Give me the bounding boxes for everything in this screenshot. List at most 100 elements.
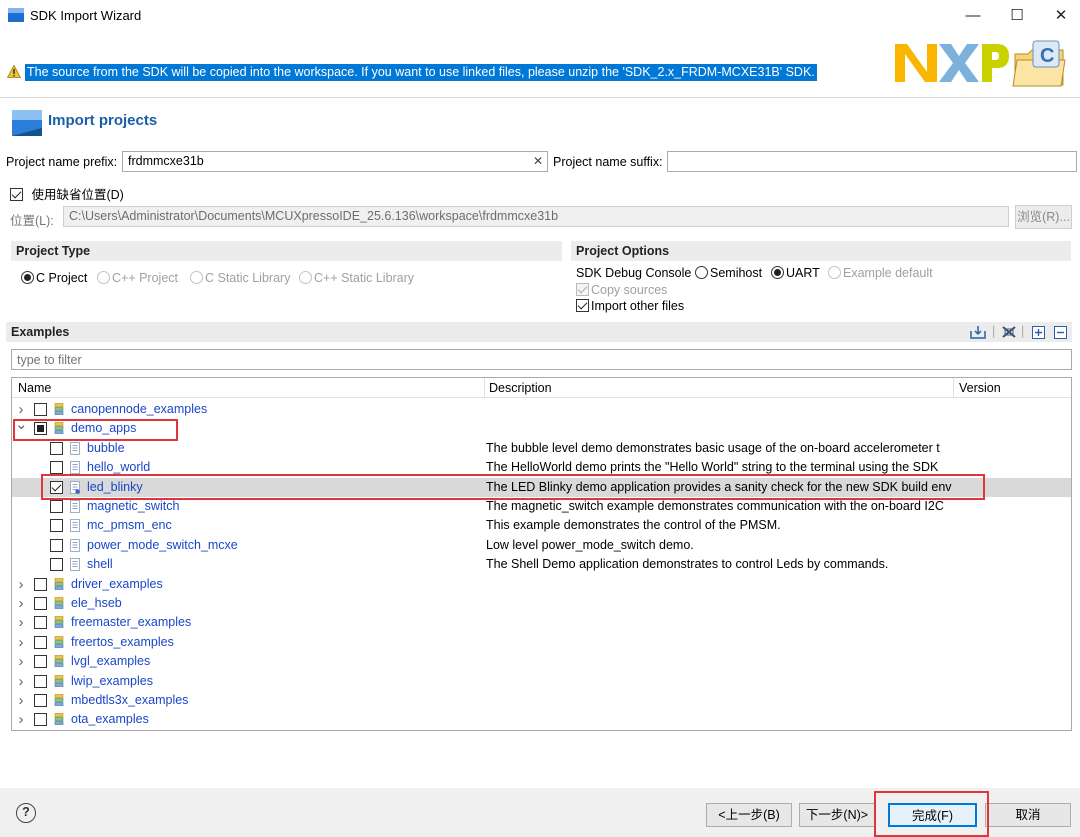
row-checkbox[interactable]: [34, 694, 47, 707]
example-file-icon: [70, 441, 80, 455]
row-checkbox[interactable]: [50, 461, 63, 475]
close-button[interactable]: ✕: [1050, 6, 1072, 26]
import-projects-icon: [12, 110, 42, 136]
row-checkbox[interactable]: [50, 500, 63, 513]
prefix-label: Project name prefix:: [6, 155, 118, 169]
expand-chevron-icon[interactable]: ›: [15, 575, 27, 594]
expand-chevron-icon[interactable]: ›: [15, 613, 27, 632]
default-location-label: 使用缺省位置(D): [31, 188, 124, 202]
copy-sources-option[interactable]: Copy sources: [576, 283, 667, 297]
expand-chevron-icon[interactable]: ›: [15, 652, 27, 671]
tree-row-freertos-examples[interactable]: › freertos_examples: [12, 633, 1071, 652]
row-checkbox[interactable]: [34, 655, 47, 669]
radio-semihost-button[interactable]: [695, 266, 708, 279]
tree-row-power-mode-switch-mcxe[interactable]: power_mode_switch_mcxe Low level power_mo…: [12, 536, 1071, 555]
column-divider[interactable]: [484, 378, 485, 398]
expand-chevron-icon[interactable]: ›: [15, 672, 27, 691]
row-checkbox[interactable]: [34, 403, 47, 416]
tree-row-shell[interactable]: shell The Shell Demo application demonstr…: [12, 555, 1071, 574]
expand-chevron-icon[interactable]: ›: [15, 633, 27, 652]
next-button[interactable]: 下一步(N)>: [799, 803, 875, 827]
sdk-import-wizard-window: SDK Import Wizard — ☐ ✕ The source from …: [0, 0, 1080, 837]
tree-row-bubble[interactable]: bubble The bubble level demo demonstrates…: [12, 439, 1071, 458]
row-name: mc_pmsm_enc: [87, 518, 172, 533]
expand-chevron-icon[interactable]: ›: [15, 710, 27, 729]
location-input[interactable]: C:\Users\Administrator\Documents\MCUXpre…: [63, 206, 1009, 227]
example-category-icon: [54, 403, 64, 415]
cancel-button[interactable]: 取消: [985, 803, 1071, 827]
tree-row-lwip-examples[interactable]: › lwip_examples: [12, 672, 1071, 691]
expand-all-icon[interactable]: [1032, 326, 1045, 339]
minimize-button[interactable]: —: [962, 6, 984, 26]
column-description[interactable]: Description: [489, 381, 552, 395]
import-other-files-option[interactable]: Import other files: [576, 299, 684, 313]
clear-prefix-icon[interactable]: ✕: [533, 152, 543, 171]
radio-cpp-static-library[interactable]: C++ Static Library: [299, 271, 414, 285]
expand-chevron-icon[interactable]: ›: [15, 691, 27, 710]
radio-semihost[interactable]: Semihost: [695, 266, 762, 280]
tree-row-lvgl-examples[interactable]: › lvgl_examples: [12, 652, 1071, 671]
maximize-button[interactable]: ☐: [1006, 6, 1028, 26]
tree-row-freemaster-examples[interactable]: › freemaster_examples: [12, 613, 1071, 632]
tree-row-canopennode-examples[interactable]: › canopennode_examples: [12, 400, 1071, 419]
example-file-icon: [70, 500, 80, 513]
help-icon[interactable]: ?: [16, 803, 36, 823]
row-checkbox[interactable]: [50, 441, 63, 455]
default-location-option[interactable]: 使用缺省位置(D): [10, 184, 124, 203]
radio-c-project[interactable]: C Project: [21, 271, 87, 285]
column-version[interactable]: Version: [959, 381, 1001, 395]
location-label: 位置(L):: [10, 214, 54, 228]
tree-row-ele-hseb[interactable]: › ele_hseb: [12, 594, 1071, 613]
default-location-checkbox[interactable]: [10, 188, 23, 201]
column-name[interactable]: Name: [18, 381, 51, 395]
clear-selection-icon[interactable]: [1001, 325, 1017, 339]
window-title: SDK Import Wizard: [30, 8, 142, 23]
row-checkbox[interactable]: [34, 597, 47, 610]
radio-cpp-static-library-button[interactable]: [299, 271, 312, 284]
copy-sources-label: Copy sources: [591, 283, 668, 297]
prefix-value: frdmmcxe31b: [128, 154, 204, 168]
row-checkbox[interactable]: [34, 674, 47, 688]
row-name: driver_examples: [71, 576, 163, 591]
column-divider[interactable]: [953, 378, 954, 398]
toolbar-separator: |: [992, 324, 996, 338]
toolbar-separator-2: |: [1021, 324, 1025, 338]
examples-filter-input[interactable]: [11, 349, 1072, 370]
examples-header: Examples: [6, 322, 1072, 342]
radio-cpp-project[interactable]: C++ Project: [97, 271, 178, 285]
example-category-icon: [54, 674, 64, 687]
row-description: Low level power_mode_switch demo.: [486, 537, 694, 552]
suffix-label: Project name suffix:: [553, 155, 663, 169]
suffix-input[interactable]: [667, 151, 1077, 172]
radio-uart-button[interactable]: [771, 266, 784, 279]
tree-row-mc-pmsm-enc[interactable]: mc_pmsm_enc This example demonstrates the…: [12, 516, 1071, 535]
highlight-led-blinky: [41, 474, 985, 500]
collapse-all-icon[interactable]: [1054, 326, 1067, 339]
back-button[interactable]: <上一步(B): [706, 803, 792, 827]
tree-row-driver-examples[interactable]: › driver_examples: [12, 575, 1071, 594]
example-file-icon: [70, 558, 80, 572]
row-checkbox[interactable]: [50, 538, 63, 552]
radio-example-default[interactable]: Example default: [828, 266, 933, 280]
import-other-files-checkbox[interactable]: [576, 299, 589, 312]
radio-example-default-button[interactable]: [828, 266, 841, 279]
import-from-folder-icon[interactable]: [970, 325, 986, 339]
expand-chevron-icon[interactable]: ›: [15, 594, 27, 613]
prefix-input[interactable]: frdmmcxe31b ✕: [122, 151, 548, 172]
row-checkbox[interactable]: [34, 616, 47, 630]
tree-row-mbedtls3x-examples[interactable]: › mbedtls3x_examples: [12, 691, 1071, 710]
radio-c-static-library[interactable]: C Static Library: [190, 271, 290, 285]
row-checkbox[interactable]: [50, 519, 63, 533]
tree-row-ota-examples[interactable]: › ota_examples: [12, 710, 1071, 729]
radio-uart[interactable]: UART: [771, 266, 820, 280]
row-checkbox[interactable]: [50, 558, 63, 572]
radio-c-project-button[interactable]: [21, 271, 34, 284]
copy-sources-checkbox[interactable]: [576, 283, 589, 296]
row-checkbox[interactable]: [34, 713, 47, 727]
row-checkbox[interactable]: [34, 577, 47, 591]
radio-cpp-project-label: C++ Project: [112, 271, 179, 285]
row-checkbox[interactable]: [34, 635, 47, 649]
radio-c-static-library-button[interactable]: [190, 271, 203, 284]
browse-button[interactable]: 浏览(R)...: [1015, 205, 1072, 229]
radio-cpp-project-button[interactable]: [97, 271, 110, 284]
